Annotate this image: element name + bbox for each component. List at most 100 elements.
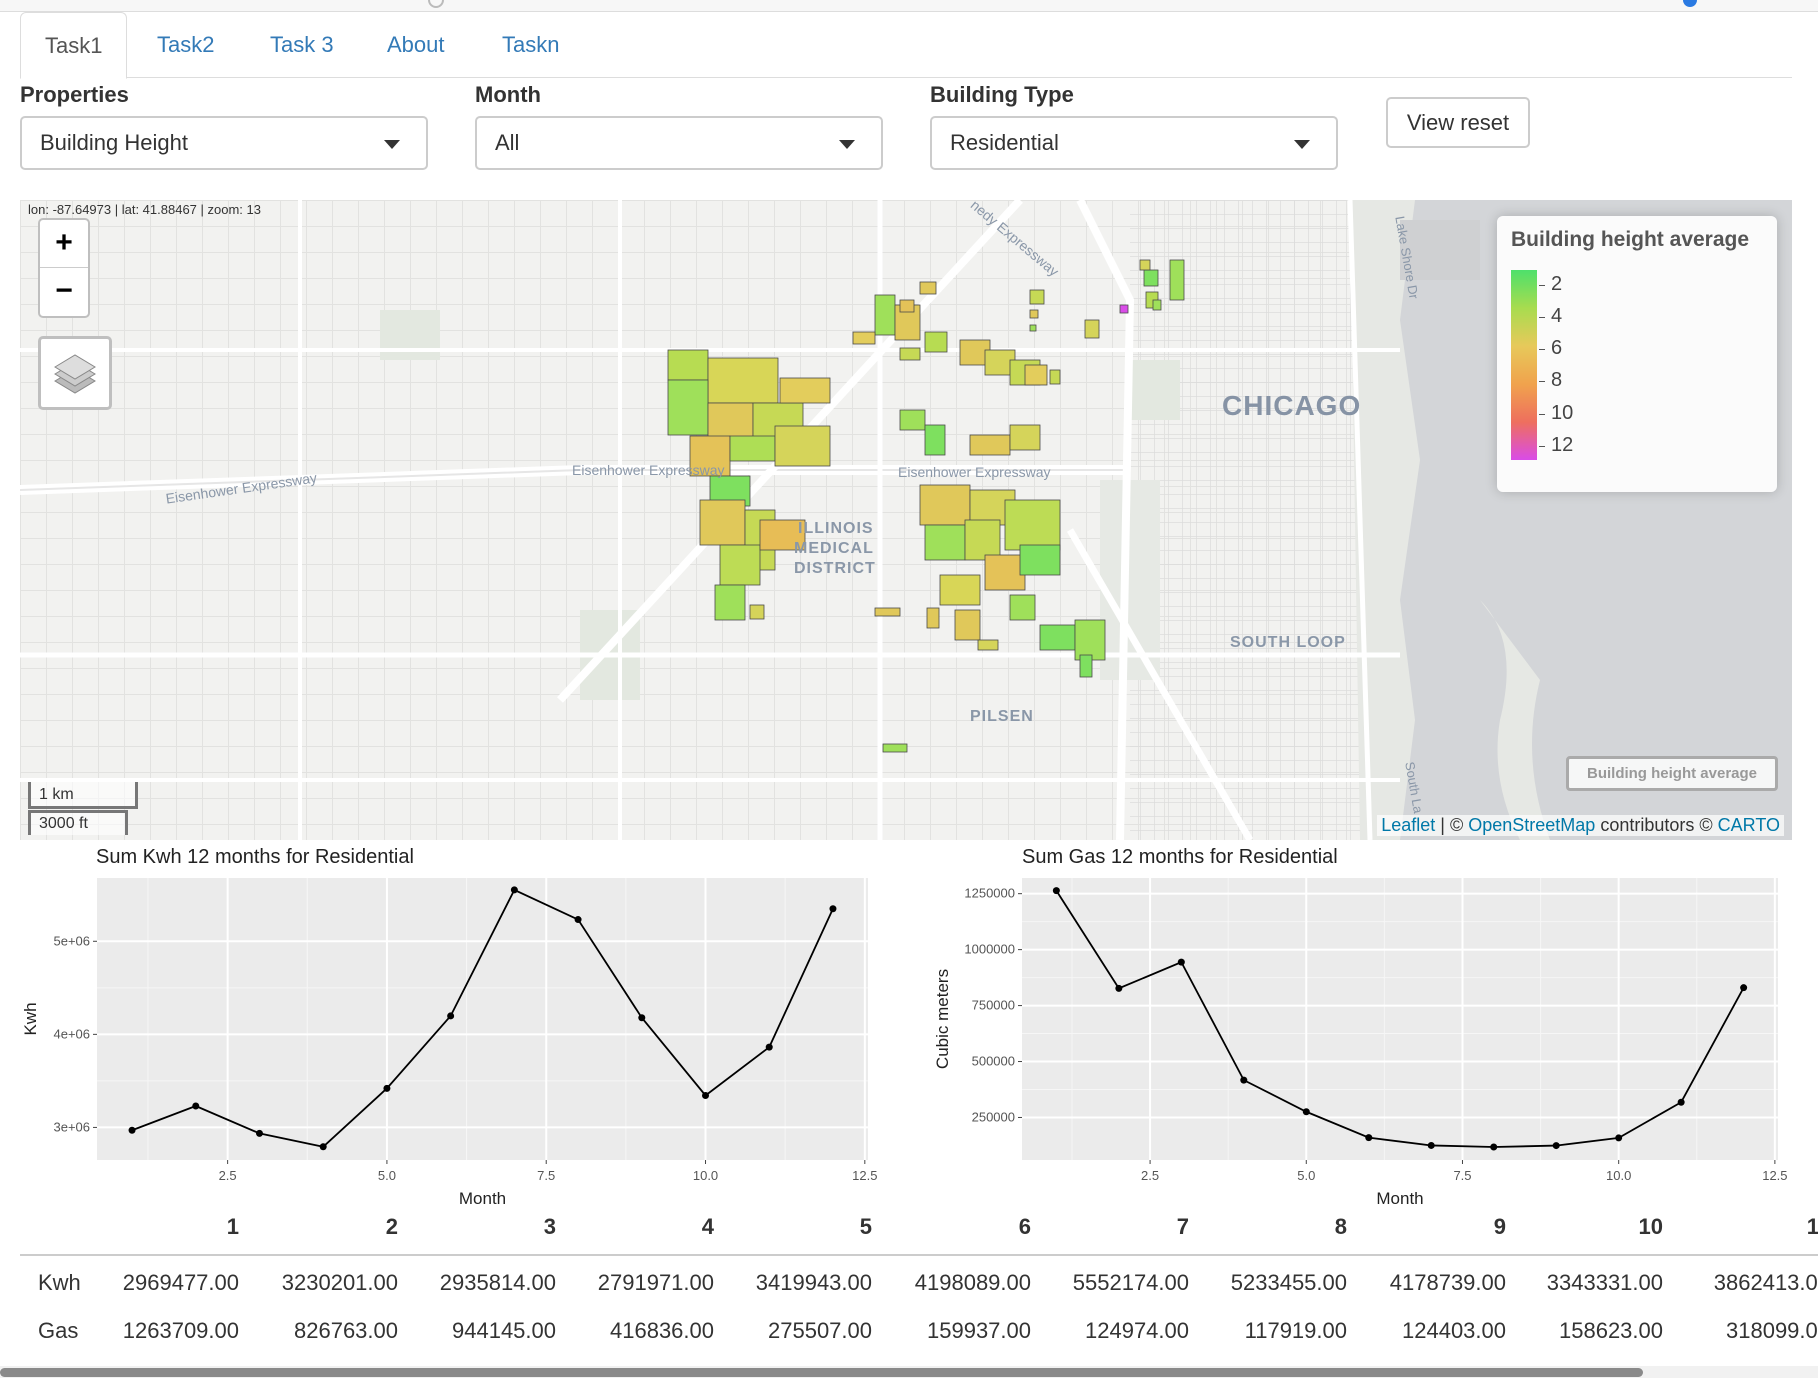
plot-panel	[97, 878, 868, 1160]
table-cell: 159937.00	[927, 1318, 1031, 1343]
table-cell: 3862413.00	[1713, 1270, 1818, 1295]
horizontal-scrollbar[interactable]	[0, 1366, 1818, 1378]
data-point	[1677, 1098, 1685, 1106]
data-point	[192, 1102, 200, 1110]
table-cell: 826763.00	[294, 1318, 398, 1343]
table-cell: 124974.00	[1085, 1318, 1189, 1343]
data-point	[255, 1129, 263, 1137]
data-point	[383, 1084, 391, 1092]
map[interactable]: lon: -87.64973 | lat: 41.88467 | zoom: 1…	[20, 200, 1792, 840]
data-point	[574, 916, 582, 924]
data-point	[319, 1143, 327, 1151]
legend-tick-label: 4	[1551, 305, 1563, 327]
zoom-in-button[interactable]: +	[40, 220, 88, 268]
data-point	[1740, 984, 1748, 992]
tab-taskn[interactable]: Taskn	[478, 12, 583, 78]
table-column-header: 2	[385, 1214, 398, 1239]
legend-colorbar	[1511, 270, 1537, 460]
data-point	[765, 1043, 773, 1051]
coordinate-readout: lon: -87.64973 | lat: 41.88467 | zoom: 1…	[28, 202, 261, 217]
data-point	[702, 1091, 710, 1099]
tab-bar: Task1 Task2 Task 3 About Taskn	[20, 12, 1792, 79]
leaflet-link[interactable]: Leaflet	[1381, 815, 1435, 835]
tab-task2[interactable]: Task2	[133, 12, 238, 78]
y-tick-label: 500000	[972, 1054, 1015, 1069]
chevron-down-icon	[839, 140, 855, 149]
table-column-header: 7	[1176, 1214, 1189, 1239]
table-row-label: Kwh	[38, 1270, 81, 1295]
data-point	[1302, 1108, 1310, 1116]
data-point	[510, 886, 518, 894]
data-point	[638, 1014, 646, 1022]
map-attribution: Leaflet | © OpenStreetMap contributors ©…	[1377, 815, 1784, 836]
x-axis-label: Month	[1376, 1189, 1423, 1206]
x-tick-label: 7.5	[1453, 1168, 1471, 1183]
x-tick-label: 7.5	[537, 1168, 555, 1183]
map-label-illinois-2: MEDICAL	[794, 540, 874, 557]
data-point	[1240, 1076, 1248, 1084]
x-tick-label: 12.5	[1762, 1168, 1787, 1183]
x-tick-label: 2.5	[1141, 1168, 1159, 1183]
legend-tick-label: 10	[1551, 402, 1574, 424]
table-cell: 2791971.00	[597, 1270, 714, 1295]
legend-tick	[1539, 446, 1545, 447]
x-tick-label: 5.0	[378, 1168, 396, 1183]
table-cell: 1263709.00	[122, 1318, 239, 1343]
y-tick-label: 1250000	[964, 886, 1015, 901]
y-tick-label: 4e+06	[53, 1026, 90, 1041]
table-column-header: 5	[859, 1214, 872, 1239]
table-cell: 158623.00	[1559, 1318, 1663, 1343]
zoom-out-button[interactable]: −	[40, 268, 88, 316]
layers-button[interactable]	[38, 336, 112, 410]
scrollbar-thumb[interactable]	[0, 1368, 1643, 1377]
properties-label: Properties	[20, 82, 129, 107]
table-cell: 2969477.00	[122, 1270, 239, 1295]
table-cell: 3419943.00	[755, 1270, 872, 1295]
data-point	[447, 1012, 455, 1020]
properties-select[interactable]: Building Height	[20, 116, 428, 170]
data-point	[1552, 1142, 1560, 1150]
building-type-select[interactable]: Residential	[930, 116, 1338, 170]
table-cell: 275507.00	[768, 1318, 872, 1343]
map-label-illinois-3: DISTRICT	[794, 560, 876, 577]
legend-tick	[1539, 285, 1545, 286]
table-cell: 117919.00	[1244, 1318, 1347, 1343]
y-tick-label: 1000000	[964, 942, 1015, 957]
table-column-header: 9	[1493, 1214, 1506, 1239]
tab-task3[interactable]: Task 3	[246, 12, 358, 78]
table-column-header: 3	[543, 1214, 556, 1239]
tab-about[interactable]: About	[363, 12, 469, 78]
profile-icon[interactable]	[1683, 0, 1697, 7]
data-table: Kwh Gas 1 2 3 4 5 6 7 8 9 10 11 2969477.00 3230201.0…	[20, 1208, 1818, 1364]
y-tick-label: 3e+06	[53, 1119, 90, 1134]
month-select[interactable]: All	[475, 116, 883, 170]
view-reset-button[interactable]: View reset	[1386, 97, 1530, 148]
building-type-label: Building Type	[930, 82, 1074, 107]
legend-toggle-button[interactable]: Building height average	[1566, 756, 1778, 791]
month-value: All	[495, 130, 520, 155]
table-cell: 3230201.00	[281, 1270, 398, 1295]
scale-bar-metric: 1 km	[28, 782, 138, 809]
data-point	[128, 1126, 136, 1134]
map-label-chicago: CHICAGO	[1222, 390, 1362, 421]
osm-link[interactable]: OpenStreetMap	[1468, 815, 1595, 835]
month-label: Month	[475, 82, 541, 107]
zoom-control: + −	[38, 218, 90, 318]
table-cell: 4178739.00	[1389, 1270, 1506, 1295]
table-cell: 5233455.00	[1230, 1270, 1347, 1295]
info-icon	[428, 0, 444, 8]
table-cell: 318099.00	[1726, 1318, 1818, 1343]
table-column-header: 11	[1806, 1214, 1818, 1239]
data-point	[1615, 1134, 1623, 1142]
y-axis-label: Kwh	[21, 1002, 40, 1035]
legend-tick	[1539, 349, 1545, 350]
legend-tick-label: 12	[1551, 434, 1574, 456]
tab-task1[interactable]: Task1	[20, 12, 128, 79]
carto-link[interactable]: CARTO	[1718, 815, 1780, 835]
scale-bar-imperial: 3000 ft	[28, 810, 128, 835]
x-tick-label: 10.0	[1606, 1168, 1631, 1183]
y-axis-label: Cubic meters	[933, 969, 952, 1069]
gas-chart: 2.5 5.0 7.5 10.0 12.5 250000 500000 750000 10000…	[933, 878, 1788, 1206]
x-tick-label: 2.5	[219, 1168, 237, 1183]
map-label-eisenhower-2: Eisenhower Expressway	[898, 464, 1051, 480]
